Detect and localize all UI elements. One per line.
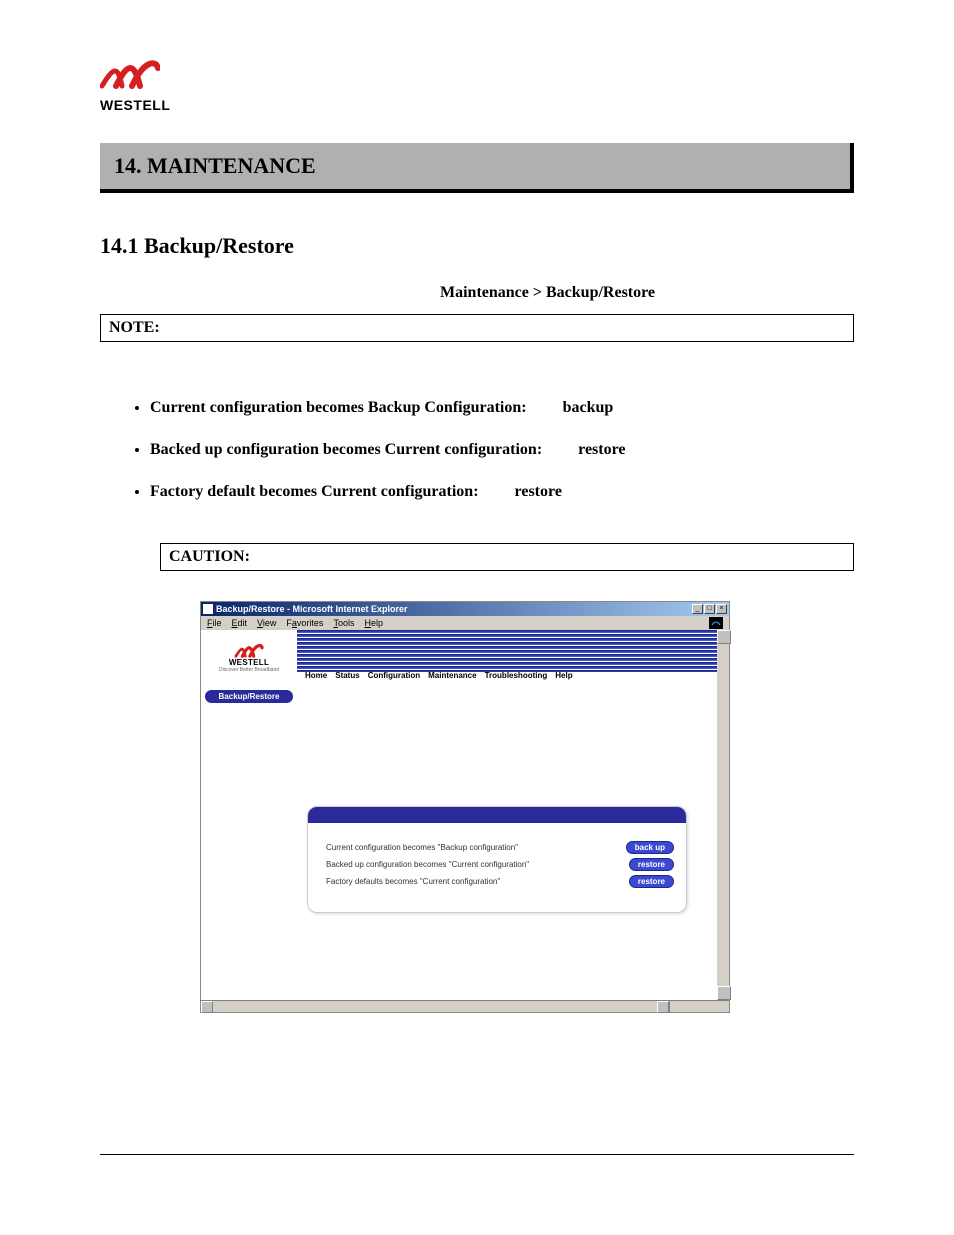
config-row: Backed up configuration becomes "Current… — [326, 858, 674, 871]
breadcrumb: Maintenance > Backup/Restore — [440, 284, 854, 302]
nav-configuration[interactable]: Configuration — [368, 671, 420, 682]
ie-window-title: Backup/Restore - Microsoft Internet Expl… — [216, 604, 408, 614]
minimize-button[interactable]: _ — [692, 604, 703, 614]
list-item: Factory default becomes Current configur… — [150, 471, 854, 513]
bullet-text: Current configuration becomes Backup Con… — [150, 399, 527, 416]
list-item: Current configuration becomes Backup Con… — [150, 387, 854, 429]
scroll-track[interactable] — [213, 1001, 657, 1012]
nav-troubleshooting[interactable]: Troubleshooting — [485, 671, 548, 682]
ie-menubar: File Edit View Favorites Tools Help — [201, 616, 729, 630]
config-row: Factory defaults becomes "Current config… — [326, 875, 674, 888]
brand-name: WESTELL — [100, 97, 854, 113]
nav-maintenance[interactable]: Maintenance — [428, 671, 476, 682]
page-logo: WESTELL — [100, 60, 854, 113]
screenshot-ie-window: Backup/Restore - Microsoft Internet Expl… — [200, 601, 730, 1013]
scroll-right-button[interactable] — [657, 1001, 669, 1013]
restore-button[interactable]: restore — [629, 858, 674, 871]
ie-titlebar: Backup/Restore - Microsoft Internet Expl… — [201, 602, 729, 616]
horizontal-scrollbar[interactable] — [201, 1000, 729, 1012]
westell-swoosh-icon — [100, 60, 160, 90]
bullet-action: restore — [578, 441, 625, 459]
menu-view[interactable]: View — [257, 618, 276, 628]
footer-rule — [100, 1154, 854, 1155]
menu-favorites[interactable]: Favorites — [286, 618, 323, 628]
config-card: Current configuration becomes "Backup co… — [307, 806, 687, 913]
web-tagline: Discover Better Broadband — [219, 667, 279, 673]
nav-home[interactable]: Home — [305, 671, 327, 682]
menu-edit[interactable]: Edit — [232, 618, 248, 628]
config-row-text: Factory defaults becomes "Current config… — [326, 877, 500, 886]
section-heading: 14. MAINTENANCE — [100, 143, 854, 193]
web-brand: WESTELL — [229, 658, 269, 667]
subsection-heading: 14.1 Backup/Restore — [100, 233, 854, 259]
caution-box: CAUTION: — [160, 543, 854, 571]
note-box: NOTE: — [100, 314, 854, 342]
westell-swoosh-icon — [234, 644, 264, 658]
bullet-list: Current configuration becomes Backup Con… — [150, 387, 854, 513]
config-row: Current configuration becomes "Backup co… — [326, 841, 674, 854]
scroll-left-button[interactable] — [201, 1001, 213, 1013]
config-row-text: Current configuration becomes "Backup co… — [326, 843, 518, 852]
web-sidebar: Backup/Restore — [201, 686, 297, 1000]
config-row-text: Backed up configuration becomes "Current… — [326, 860, 529, 869]
resize-grip[interactable] — [669, 1001, 729, 1012]
bullet-text: Factory default becomes Current configur… — [150, 483, 479, 500]
bullet-action: backup — [563, 399, 614, 417]
card-header — [308, 807, 686, 823]
backup-button[interactable]: back up — [626, 841, 674, 854]
nav-help[interactable]: Help — [555, 671, 572, 682]
nav-status[interactable]: Status — [335, 671, 359, 682]
menu-help[interactable]: Help — [364, 618, 383, 628]
ie-throbber-icon — [709, 617, 723, 629]
menu-tools[interactable]: Tools — [333, 618, 354, 628]
menu-file[interactable]: File — [207, 618, 222, 628]
close-button[interactable]: × — [716, 604, 727, 614]
bullet-text: Backed up configuration becomes Current … — [150, 441, 542, 458]
ie-viewport: WESTELL Discover Better Broadband Home S… — [201, 630, 717, 1000]
ie-app-icon — [203, 604, 213, 614]
vertical-scrollbar[interactable] — [717, 630, 729, 1000]
web-main: Current configuration becomes "Backup co… — [297, 686, 717, 1000]
web-logo: WESTELL Discover Better Broadband — [201, 630, 297, 686]
web-header: WESTELL Discover Better Broadband Home S… — [201, 630, 717, 686]
bullet-action: restore — [515, 483, 562, 501]
web-nav: Home Status Configuration Maintenance Tr… — [297, 630, 717, 686]
maximize-button[interactable]: □ — [704, 604, 715, 614]
sidebar-item-backup-restore[interactable]: Backup/Restore — [205, 690, 293, 703]
list-item: Backed up configuration becomes Current … — [150, 429, 854, 471]
restore-defaults-button[interactable]: restore — [629, 875, 674, 888]
